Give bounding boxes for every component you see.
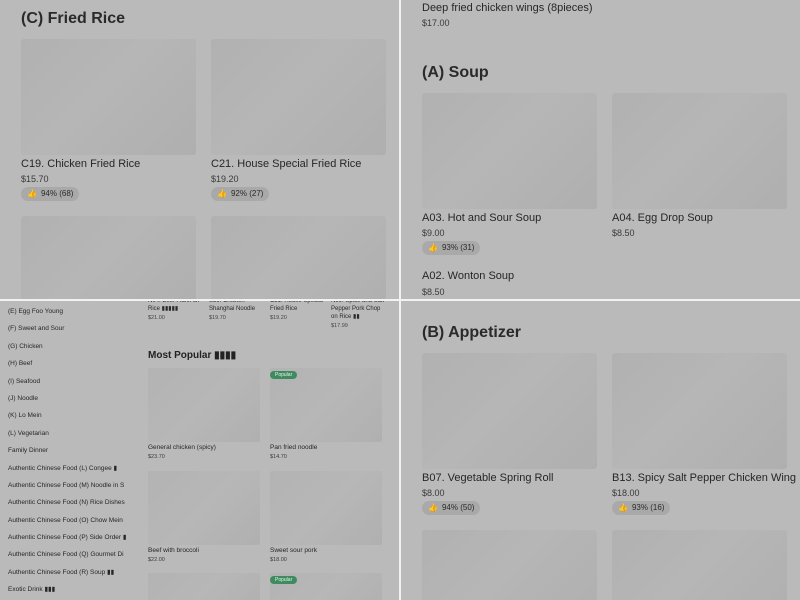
- item-price: $18.00: [270, 557, 287, 563]
- sidebar-item[interactable]: Family Dinner: [8, 442, 132, 459]
- category-sidebar: (E) Egg Foo Young (F) Sweet and Sour (G)…: [8, 303, 132, 599]
- rating-text: 94% (68): [40, 189, 74, 198]
- item-price: $8.50: [612, 228, 635, 238]
- sidebar-item[interactable]: (J) Noodle: [8, 390, 132, 407]
- sidebar-item[interactable]: (H) Beef: [8, 355, 132, 372]
- sidebar-item[interactable]: (G) Chicken: [8, 338, 132, 355]
- item-name[interactable]: C21. House Special Fried Rice: [211, 158, 361, 170]
- sidebar-item[interactable]: Authentic Chinese Food (R) Soup ▮▮: [8, 564, 132, 581]
- item-image[interactable]: [148, 471, 260, 545]
- item-image[interactable]: [612, 353, 787, 469]
- mini-menu-view: (E) Egg Foo Young (F) Sweet and Sour (G)…: [0, 301, 399, 600]
- top-item-name: C21. House Special Fried Rice: [270, 301, 324, 312]
- rating-text: 94% (50): [441, 503, 475, 512]
- rating-badge: 👍 92% (27): [211, 187, 270, 201]
- thumbs-up-icon: 👍: [217, 189, 227, 198]
- soup-section: Deep fried chicken wings (8pieces) $17.0…: [401, 0, 800, 299]
- item-name[interactable]: A03. Hot and Sour Soup: [422, 212, 541, 224]
- item-price: $8.50: [422, 287, 445, 297]
- top-item-price: $17.99: [331, 323, 348, 329]
- item-image[interactable]: [612, 530, 787, 600]
- item-image[interactable]: [211, 216, 386, 299]
- sidebar-item[interactable]: (E) Egg Foo Young: [8, 303, 132, 320]
- rating-badge: 👍 94% (50): [422, 501, 481, 515]
- item-price: $19.20: [211, 174, 239, 184]
- item-name[interactable]: A02. Wonton Soup: [422, 270, 514, 282]
- item-name[interactable]: A04. Egg Drop Soup: [612, 212, 713, 224]
- sidebar-item[interactable]: Authentic Chinese Food (O) Chow Mein: [8, 512, 132, 529]
- item-image[interactable]: [211, 39, 386, 155]
- sidebar-item[interactable]: Authentic Chinese Food (P) Side Order ▮: [8, 529, 132, 546]
- rating-text: 92% (27): [230, 189, 264, 198]
- item-name[interactable]: Deep fried chicken wings (8pieces): [422, 2, 593, 14]
- top-item-price: $21.00: [148, 315, 165, 321]
- sidebar-item[interactable]: (F) Sweet and Sour: [8, 320, 132, 337]
- item-name[interactable]: Sweet sour pork: [270, 547, 317, 554]
- top-item[interactable]: C21. House Special Fried Rice $19.20: [270, 301, 326, 322]
- sidebar-item[interactable]: Authentic Chinese Food (L) Congee ▮: [8, 460, 132, 477]
- item-image[interactable]: [148, 368, 260, 442]
- rating-badge: 👍 94% (68): [21, 187, 80, 201]
- item-image[interactable]: [270, 471, 382, 545]
- thumbs-up-icon: 👍: [428, 503, 438, 512]
- item-image[interactable]: [270, 368, 382, 442]
- sidebar-item[interactable]: Exotic Drink ▮▮▮: [8, 581, 132, 598]
- top-item-name: N04. Beef Flank on Rice ▮▮▮▮▮: [148, 301, 200, 312]
- item-name[interactable]: General chicken (spicy): [148, 444, 216, 451]
- item-price: $18.00: [612, 488, 640, 498]
- top-item-price: $19.20: [270, 315, 287, 321]
- thumbs-up-icon: 👍: [27, 189, 37, 198]
- item-price: $9.00: [422, 228, 445, 238]
- item-name[interactable]: Pan fried noodle: [270, 444, 317, 451]
- top-item[interactable]: N04. Beef Flank on Rice ▮▮▮▮▮ $21.00: [148, 301, 204, 322]
- thumbs-up-icon: 👍: [618, 503, 628, 512]
- section-title: (B) Appetizer: [422, 324, 521, 341]
- rating-badge: 👍 93% (31): [422, 241, 481, 255]
- sidebar-item[interactable]: (L) Vegetarian: [8, 425, 132, 442]
- item-price: $23.70: [148, 454, 165, 460]
- item-name[interactable]: B13. Spicy Salt Pepper Chicken Wing: [612, 472, 796, 484]
- sidebar-item[interactable]: Authentic Chinese Food (M) Noodle in S: [8, 477, 132, 494]
- item-image[interactable]: [148, 573, 260, 600]
- item-price: $17.00: [422, 18, 450, 28]
- top-item-name: N99. Spice and Salt Pepper Pork Chop on …: [331, 301, 385, 320]
- item-image[interactable]: [21, 216, 196, 299]
- sidebar-item[interactable]: Authentic Chinese Food (N) Rice Dishes: [8, 494, 132, 511]
- sidebar-item[interactable]: Authentic Chinese Food (Q) Gourmet Di: [8, 546, 132, 563]
- rating-text: 93% (31): [441, 243, 475, 252]
- item-name[interactable]: B07. Vegetable Spring Roll: [422, 472, 553, 484]
- popular-badge: Popular: [270, 371, 298, 379]
- item-image[interactable]: [422, 353, 597, 469]
- panel-divider: [0, 299, 800, 301]
- item-name[interactable]: Beef with broccoli: [148, 547, 199, 554]
- sidebar-item[interactable]: (K) Lo Mein: [8, 407, 132, 424]
- fried-rice-section: (C) Fried Rice C19. Chicken Fried Rice $…: [0, 0, 399, 299]
- item-image[interactable]: [422, 530, 597, 600]
- appetizer-section: (B) Appetizer B07. Vegetable Spring Roll…: [401, 301, 800, 600]
- top-item-price: $19.70: [209, 315, 226, 321]
- item-price: $22.00: [148, 557, 165, 563]
- section-title: (A) Soup: [422, 64, 489, 81]
- item-image[interactable]: [21, 39, 196, 155]
- item-price: $15.70: [21, 174, 49, 184]
- top-item[interactable]: S39. Chicken Shanghai Noodle $19.70: [209, 301, 265, 322]
- popular-badge: Popular: [270, 576, 298, 584]
- section-title: (C) Fried Rice: [21, 10, 126, 27]
- item-price: $14.70: [270, 454, 287, 460]
- item-price: $8.00: [422, 488, 445, 498]
- top-item[interactable]: N99. Spice and Salt Pepper Pork Chop on …: [331, 301, 387, 330]
- item-image[interactable]: [612, 93, 787, 209]
- rating-text: 93% (16): [631, 503, 665, 512]
- section-title: Most Popular ▮▮▮▮: [148, 350, 237, 361]
- rating-badge: 👍 93% (16): [612, 501, 671, 515]
- item-name[interactable]: C19. Chicken Fried Rice: [21, 158, 140, 170]
- thumbs-up-icon: 👍: [428, 243, 438, 252]
- sidebar-item[interactable]: (I) Seafood: [8, 373, 132, 390]
- item-image[interactable]: [422, 93, 597, 209]
- top-item-name: S39. Chicken Shanghai Noodle: [209, 301, 256, 312]
